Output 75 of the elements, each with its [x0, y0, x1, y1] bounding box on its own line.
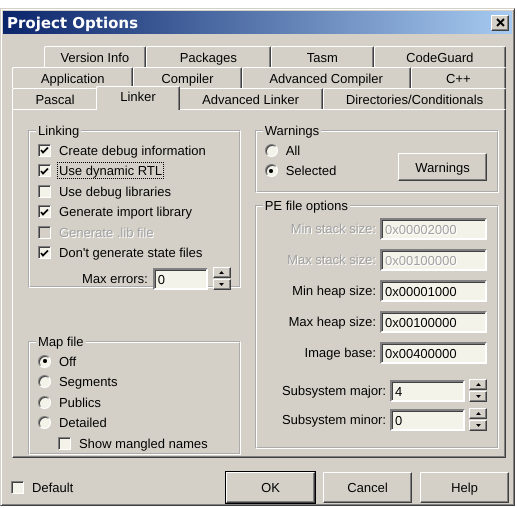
- checkbox[interactable]: [58, 436, 71, 450]
- radio-button[interactable]: [38, 396, 51, 409]
- dialog-button[interactable]: Cancel: [323, 472, 412, 503]
- radio-button[interactable]: [264, 144, 278, 157]
- spin-down-button[interactable]: [469, 391, 487, 402]
- up-arrow-icon: [476, 383, 480, 386]
- field-label: Image base:: [304, 345, 376, 360]
- spin-down-button[interactable]: [212, 279, 231, 290]
- max-errors-field[interactable]: 0: [152, 268, 208, 290]
- spin-up-button[interactable]: [469, 408, 487, 419]
- up-arrow-icon: [476, 412, 480, 415]
- dialog-button[interactable]: Help: [420, 472, 509, 503]
- field-label: Subsystem major:: [282, 383, 386, 398]
- tab[interactable]: Pascal: [12, 88, 98, 109]
- checkbox-label: Don't generate state files: [58, 244, 204, 262]
- radio-button[interactable]: [38, 375, 51, 388]
- field-label: Min heap size:: [292, 283, 376, 298]
- radio-label: All: [284, 142, 302, 159]
- checkbox-label: Show mangled names: [78, 434, 209, 452]
- radio-label: Segments: [58, 373, 119, 390]
- field-label: Max heap size:: [288, 314, 376, 329]
- tab[interactable]: C++: [410, 67, 506, 88]
- tab[interactable]: Application: [12, 67, 134, 88]
- radio-label: Publics: [58, 394, 102, 411]
- checkbox-label: Create debug information: [58, 142, 207, 159]
- radio-button[interactable]: [38, 354, 51, 368]
- tab[interactable]: Linker: [96, 86, 180, 110]
- group-title: Warnings: [264, 123, 320, 138]
- field-label: Max errors:: [82, 271, 148, 286]
- close-button[interactable]: [491, 14, 509, 30]
- close-icon: [496, 18, 504, 27]
- input-field[interactable]: 0x00100000: [380, 310, 487, 332]
- group-title: PE file options: [264, 198, 349, 213]
- group-title: Map file: [37, 334, 85, 349]
- checkbox[interactable]: [11, 481, 24, 494]
- down-arrow-icon: [219, 283, 224, 286]
- up-arrow-icon: [219, 271, 224, 274]
- input-field[interactable]: 0: [390, 408, 465, 430]
- input-field[interactable]: 0x00001000: [380, 280, 487, 302]
- radio-label: Off: [58, 352, 78, 370]
- radio-button[interactable]: [38, 416, 51, 430]
- radio-button[interactable]: [264, 164, 278, 178]
- dialog-button[interactable]: OK: [226, 472, 315, 503]
- tab[interactable]: Compiler: [133, 67, 242, 88]
- down-arrow-icon: [476, 424, 480, 427]
- checkbox[interactable]: [38, 205, 51, 218]
- warnings-button[interactable]: Warnings: [398, 153, 487, 181]
- tab[interactable]: CodeGuard: [374, 46, 506, 67]
- tab[interactable]: Directories/Conditionals: [323, 88, 506, 109]
- tab[interactable]: Advanced Compiler: [242, 67, 411, 88]
- tab[interactable]: Version Info: [44, 46, 146, 67]
- checkbox-label: Default: [31, 479, 74, 496]
- spin-down-button[interactable]: [469, 420, 487, 431]
- input-field[interactable]: 0x00400000: [380, 342, 487, 364]
- window-title: Project Options: [7, 14, 138, 32]
- tab[interactable]: Packages: [146, 46, 272, 67]
- spin-up-button[interactable]: [469, 379, 487, 390]
- checkbox[interactable]: [38, 144, 51, 157]
- checkbox-label: Generate import library: [58, 203, 193, 220]
- spin-up-button[interactable]: [212, 267, 231, 278]
- input-field[interactable]: 4: [390, 380, 465, 402]
- checkbox-label: Use debug libraries: [58, 182, 172, 200]
- tab[interactable]: Advanced Linker: [178, 88, 323, 109]
- group-title: Linking: [37, 123, 80, 138]
- input-field: 0x00002000: [380, 218, 487, 240]
- radio-label: Detailed: [58, 414, 108, 432]
- field-label: Subsystem minor:: [282, 412, 386, 427]
- checkbox[interactable]: [38, 164, 51, 178]
- tab[interactable]: Tasm: [271, 46, 374, 67]
- down-arrow-icon: [476, 395, 480, 398]
- checkbox-label: Use dynamic RTL: [57, 162, 164, 180]
- radio-label: Selected: [284, 162, 338, 180]
- checkbox[interactable]: [38, 246, 51, 260]
- input-field: 0x00100000: [380, 248, 487, 270]
- checkbox[interactable]: [38, 184, 51, 198]
